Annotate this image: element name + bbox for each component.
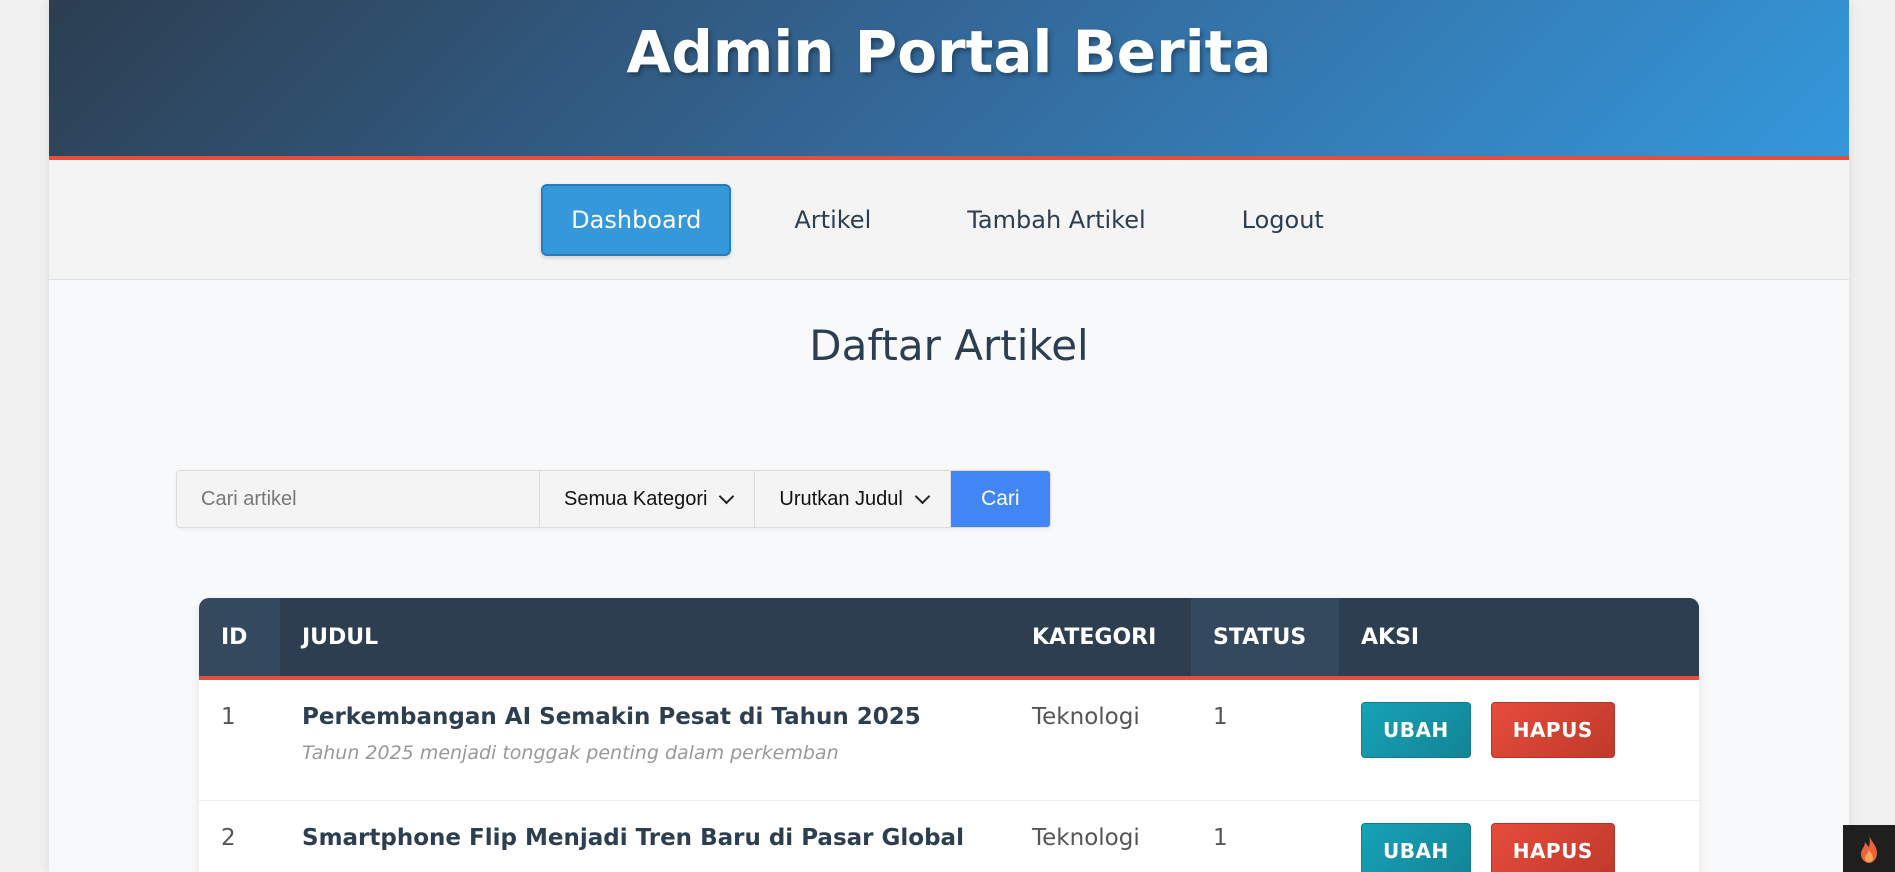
- flame-icon[interactable]: [1843, 825, 1895, 872]
- site-title: Admin Portal Berita: [626, 18, 1272, 86]
- row-title: Perkembangan AI Semakin Pesat di Tahun 2…: [302, 704, 921, 730]
- delete-button[interactable]: HAPUS: [1490, 822, 1615, 872]
- search-form: Semua Kategori Urutkan Judul Cari: [176, 470, 1051, 528]
- sort-select-value: Urutkan Judul: [779, 487, 903, 510]
- category-select[interactable]: Semua Kategori: [540, 471, 756, 527]
- articles-table: ID JUDUL KATEGORI STATUS AKSI 1 Perkemba…: [199, 598, 1699, 872]
- page-container: Admin Portal Berita Dashboard Artikel Ta…: [49, 0, 1849, 872]
- row-status: 1: [1191, 678, 1339, 801]
- header-aksi: AKSI: [1339, 598, 1699, 680]
- site-header: Admin Portal Berita: [49, 0, 1849, 160]
- row-title-cell: Perkembangan AI Semakin Pesat di Tahun 2…: [280, 678, 1010, 801]
- row-title: Smartphone Flip Menjadi Tren Baru di Pas…: [302, 824, 964, 851]
- category-select-value: Semua Kategori: [564, 487, 708, 510]
- header-status: STATUS: [1191, 598, 1339, 680]
- row-actions: UBAH HAPUS: [1339, 800, 1699, 872]
- chevron-down-icon: [914, 488, 931, 504]
- search-input[interactable]: [177, 471, 540, 527]
- chevron-down-icon: [719, 488, 735, 504]
- flame-icon: [1861, 834, 1877, 863]
- row-title-cell: Smartphone Flip Menjadi Tren Baru di Pas…: [280, 800, 1010, 872]
- row-actions: UBAH HAPUS: [1339, 678, 1699, 801]
- header-kategori: KATEGORI: [1010, 598, 1191, 680]
- table-row: 2 Smartphone Flip Menjadi Tren Baru di P…: [199, 800, 1699, 872]
- header-judul: JUDUL: [280, 598, 1010, 680]
- row-status: 1: [1191, 800, 1339, 872]
- table-row: 1 Perkembangan AI Semakin Pesat di Tahun…: [199, 678, 1699, 801]
- nav-logout[interactable]: Logout: [1209, 184, 1357, 256]
- search-button[interactable]: Cari: [950, 471, 1050, 527]
- articles-table-wrapper: ID JUDUL KATEGORI STATUS AKSI 1 Perkemba…: [199, 598, 1699, 872]
- main-nav: Dashboard Artikel Tambah Artikel Logout: [49, 160, 1849, 280]
- header-id: ID: [199, 598, 280, 680]
- table-header-row: ID JUDUL KATEGORI STATUS AKSI: [199, 598, 1699, 680]
- edit-button[interactable]: UBAH: [1361, 822, 1471, 872]
- row-excerpt: Tahun 2025 menjadi tonggak penting dalam…: [302, 742, 839, 764]
- nav-tambah-artikel[interactable]: Tambah Artikel: [934, 184, 1178, 256]
- page-title: Daftar Artikel: [809, 321, 1089, 370]
- nav-dashboard[interactable]: Dashboard: [541, 183, 732, 256]
- row-category: Teknologi: [1010, 800, 1191, 872]
- row-category: Teknologi: [1010, 678, 1191, 801]
- delete-button[interactable]: HAPUS: [1490, 702, 1615, 758]
- sort-select[interactable]: Urutkan Judul: [755, 471, 951, 527]
- edit-button[interactable]: UBAH: [1361, 702, 1471, 758]
- row-id: 2: [199, 800, 280, 872]
- nav-artikel[interactable]: Artikel: [761, 184, 904, 256]
- row-id: 1: [199, 678, 280, 801]
